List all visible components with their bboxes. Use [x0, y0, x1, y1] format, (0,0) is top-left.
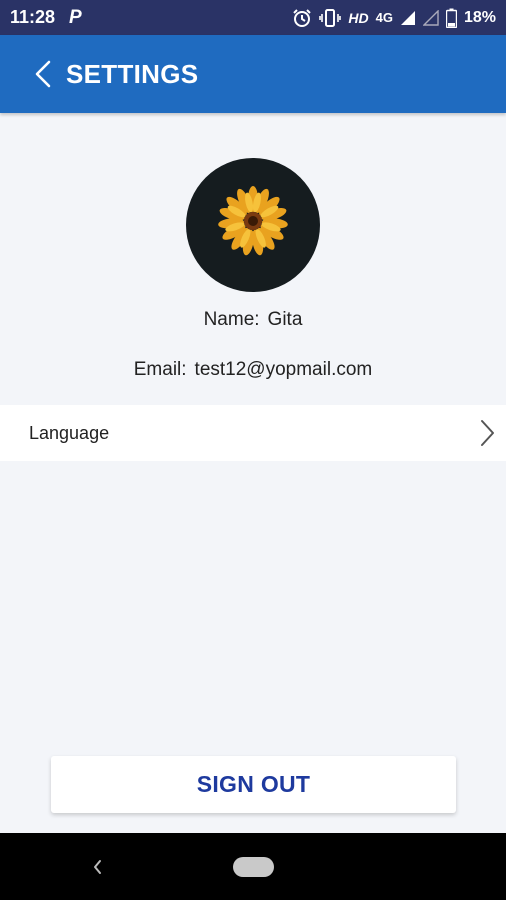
email-label: Email:	[133, 359, 187, 380]
menu-item-language[interactable]: Language	[0, 405, 506, 461]
name-value: Gita	[267, 309, 303, 330]
network-hd: HD	[348, 9, 369, 26]
sunflower-photo	[218, 186, 288, 256]
status-left: 11:28 P	[10, 7, 82, 29]
nav-back-button[interactable]	[88, 855, 108, 879]
app-bar: SETTINGS	[0, 35, 506, 113]
vibrate-icon	[319, 8, 342, 27]
avatar	[186, 158, 320, 292]
signal-icon	[400, 10, 415, 25]
app-notification-icon: P	[69, 6, 82, 28]
profile-section: Name: Gita Email: test12@yopmail.com	[0, 113, 506, 405]
page-title: SETTINGS	[66, 58, 199, 89]
name-row: Name: Gita	[0, 309, 506, 331]
network-type: 4G	[375, 10, 393, 25]
status-bar: 11:28 P HD 4G 18%	[0, 0, 506, 35]
system-nav-bar	[0, 833, 506, 900]
nav-back-icon	[94, 860, 101, 874]
name-label: Name:	[203, 309, 260, 330]
battery-icon	[445, 8, 457, 28]
battery-level: 18%	[463, 8, 496, 26]
sign-out-button[interactable]: SIGN OUT	[51, 756, 456, 813]
menu-item-label: Language	[29, 422, 110, 443]
alarm-icon	[293, 8, 312, 27]
email-row: Email: test12@yopmail.com	[0, 359, 506, 381]
status-time: 11:28	[10, 7, 56, 27]
email-value: test12@yopmail.com	[194, 359, 373, 380]
nav-home-button[interactable]	[233, 857, 274, 877]
signal-empty-icon	[422, 9, 439, 26]
chevron-right-icon	[481, 420, 494, 446]
status-right: HD 4G 18%	[292, 8, 496, 28]
back-button[interactable]	[28, 54, 58, 94]
chevron-left-icon	[35, 60, 51, 88]
